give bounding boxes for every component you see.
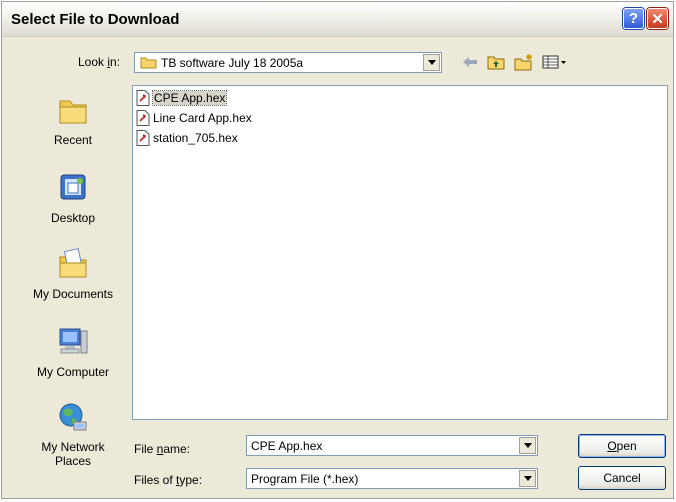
place-my-network[interactable]: My Network Places — [27, 400, 119, 468]
place-recent-label: Recent — [53, 133, 93, 147]
file-name-label-pre: File — [134, 442, 157, 456]
file-dialog-window: Select File to Download ? ✕ Look in: TB … — [1, 1, 674, 499]
new-folder-icon — [514, 53, 532, 70]
place-my-network-label-line2: Places — [54, 454, 92, 468]
file-type-dropdown[interactable]: Program File (*.hex) — [246, 468, 538, 489]
close-icon: ✕ — [651, 10, 664, 28]
dialog-title: Select File to Download — [11, 11, 180, 28]
place-my-documents[interactable]: My Documents — [27, 247, 119, 301]
desktop-icon — [60, 174, 86, 200]
look-in-label-post: n: — [110, 55, 121, 69]
chevron-down-icon — [523, 476, 532, 481]
up-one-level-button[interactable] — [486, 53, 506, 71]
file-name-dropdown-arrow[interactable] — [519, 437, 536, 454]
list-item[interactable]: CPE App.hex — [136, 89, 228, 107]
hex-file-icon — [136, 110, 150, 126]
file-type-label: Files of type: — [134, 473, 202, 487]
file-type-label-pre: Files of — [134, 473, 177, 487]
file-name-text: station_705.hex — [153, 131, 238, 145]
look-in-label-pre: Look — [78, 55, 108, 69]
file-type-label-post: ype: — [179, 473, 203, 487]
place-desktop-label: Desktop — [50, 211, 96, 225]
file-name-input[interactable]: CPE App.hex — [246, 435, 538, 456]
look-in-value: TB software July 18 2005a — [161, 56, 304, 70]
open-button-rest: pen — [616, 439, 637, 453]
network-places-icon — [59, 403, 87, 431]
up-folder-icon — [487, 56, 505, 70]
back-button[interactable] — [461, 53, 479, 71]
hex-file-icon — [136, 130, 150, 146]
place-my-computer-label: My Computer — [36, 365, 110, 379]
list-item[interactable]: station_705.hex — [136, 129, 238, 147]
place-my-network-label-line1: My Network — [41, 440, 105, 454]
place-my-network-label: My Network Places — [27, 440, 119, 468]
hex-file-icon — [136, 90, 150, 106]
file-name-label: File name: — [134, 442, 190, 456]
title-bar[interactable]: Select File to Download ? ✕ — [2, 2, 673, 37]
look-in-dropdown-arrow[interactable] — [423, 54, 440, 71]
help-button[interactable]: ? — [623, 8, 644, 29]
look-in-dropdown[interactable]: TB software July 18 2005a — [134, 52, 442, 73]
folder-icon — [140, 57, 157, 69]
new-folder-button[interactable] — [514, 53, 534, 71]
chevron-down-icon — [523, 443, 532, 448]
cancel-button[interactable]: Cancel — [578, 466, 666, 490]
close-button[interactable]: ✕ — [647, 8, 668, 29]
place-recent[interactable]: Recent — [27, 93, 119, 147]
file-name-label-post: ame: — [163, 442, 191, 456]
cancel-button-label: Cancel — [603, 471, 641, 485]
file-type-value: Program File (*.hex) — [251, 472, 359, 486]
help-icon: ? — [628, 10, 639, 27]
my-documents-icon — [59, 248, 87, 278]
place-my-computer[interactable]: My Computer — [27, 325, 119, 379]
place-my-documents-label: My Documents — [32, 287, 114, 301]
file-list[interactable]: CPE App.hex Line Card App.hex station_70… — [132, 85, 668, 420]
chevron-down-icon — [427, 60, 436, 65]
recent-folder-icon — [59, 100, 87, 124]
places-bar: Recent Desktop My Documents My Computer … — [27, 85, 119, 475]
my-computer-icon — [59, 328, 88, 354]
file-name-text: Line Card App.hex — [153, 111, 252, 125]
file-name-value: CPE App.hex — [251, 439, 323, 453]
open-button-label: Open — [607, 439, 636, 453]
view-menu-icon — [542, 55, 566, 69]
open-button-accel: O — [607, 439, 617, 453]
file-type-dropdown-arrow[interactable] — [519, 470, 536, 487]
place-desktop[interactable]: Desktop — [27, 171, 119, 225]
look-in-label: Look in: — [78, 55, 120, 69]
open-button[interactable]: Open — [578, 434, 666, 458]
file-name-text: CPE App.hex — [151, 90, 228, 106]
view-menu-button[interactable] — [541, 53, 569, 71]
list-item[interactable]: Line Card App.hex — [136, 109, 252, 127]
back-arrow-icon — [463, 57, 477, 67]
